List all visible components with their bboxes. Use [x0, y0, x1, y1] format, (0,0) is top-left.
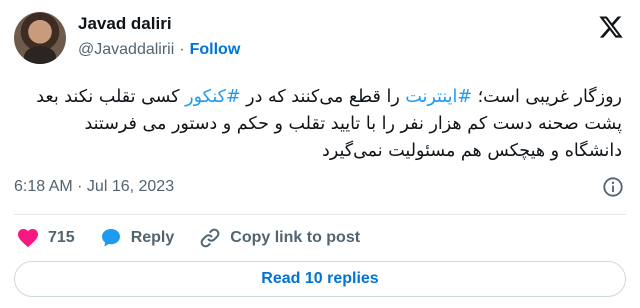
divider — [14, 214, 626, 215]
tweet-timestamp[interactable]: 6:18 AM · Jul 16, 2023 — [14, 178, 174, 196]
x-logo-icon[interactable] — [598, 14, 624, 40]
heart-icon — [18, 229, 38, 248]
author-avatar[interactable] — [14, 12, 66, 64]
reply-label: Reply — [130, 229, 175, 246]
tweet-card: Javad daliri @Javaddalirii · Follow روزگار… — [0, 0, 640, 308]
like-count: 715 — [48, 229, 75, 246]
link-icon — [200, 228, 220, 248]
author-handle-row: @Javaddalirii · Follow — [78, 41, 240, 59]
tweet-text-segment: را قطع می‌کنند که در — [240, 87, 406, 107]
author-name[interactable]: Javad daliri — [78, 14, 172, 34]
author-handle[interactable]: @Javaddalirii — [78, 41, 174, 58]
copy-link-label: Copy link to post — [230, 229, 361, 246]
hashtag-link[interactable]: #کنکور — [185, 87, 240, 107]
reply-bubble-icon — [101, 229, 120, 247]
like-button[interactable]: 715 — [16, 226, 75, 250]
reply-button[interactable]: Reply — [99, 226, 175, 250]
separator-dot: · — [179, 41, 185, 58]
tweet-text: روزگار غریبی است؛ #اینترنت را قطع می‌کنن… — [22, 84, 622, 165]
read-replies-button[interactable]: Read 10 replies — [14, 261, 626, 297]
action-bar: 715 Reply Copy link to post — [16, 224, 384, 252]
copy-link-button[interactable]: Copy link to post — [198, 226, 360, 250]
follow-button[interactable]: Follow — [190, 41, 241, 58]
read-replies-label: Read 10 replies — [261, 270, 379, 287]
hashtag-link[interactable]: #اینترنت — [405, 87, 472, 107]
tweet-text-segment: روزگار غریبی است؛ — [472, 87, 622, 107]
info-icon[interactable] — [602, 176, 624, 198]
